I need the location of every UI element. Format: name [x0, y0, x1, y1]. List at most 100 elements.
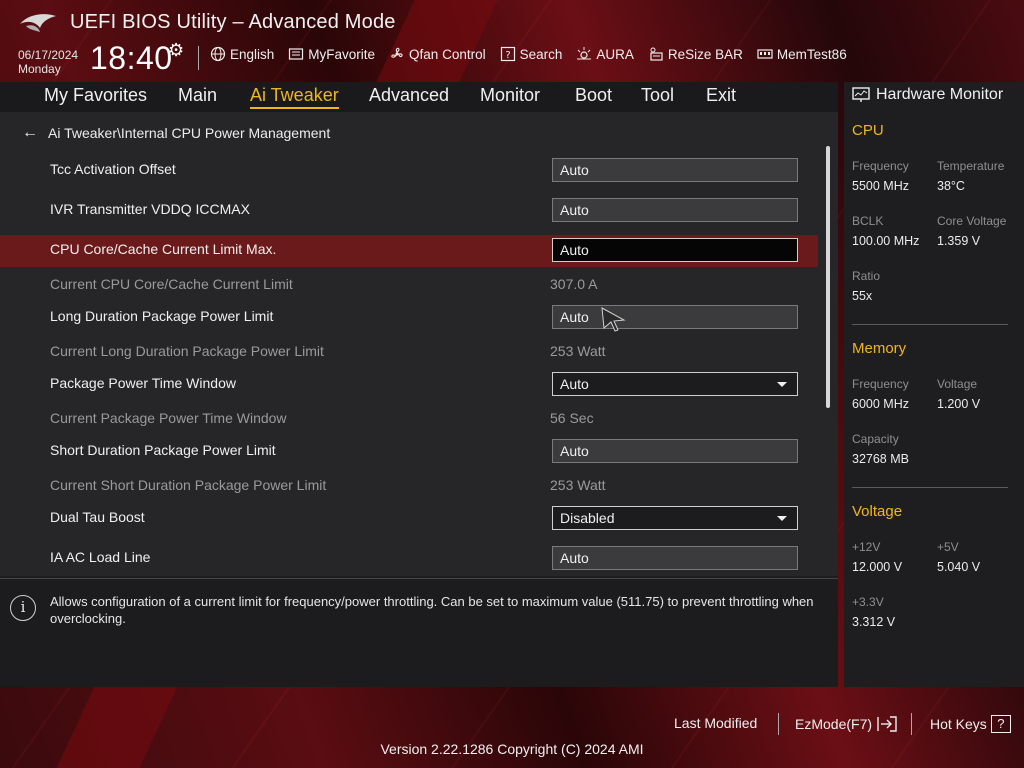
- back-arrow-icon[interactable]: ←: [22, 124, 38, 142]
- setting-value-field[interactable]: Auto: [552, 439, 798, 463]
- favorite-icon: [289, 48, 304, 60]
- ratio-value: 55x: [852, 289, 873, 303]
- setting-dropdown[interactable]: Disabled: [552, 506, 798, 530]
- ezmode-button[interactable]: EzMode(F7): [795, 715, 898, 733]
- info-value: 56 Sec: [550, 410, 594, 426]
- tab-advanced[interactable]: Advanced: [369, 85, 449, 106]
- info-value: 253 Watt: [550, 343, 606, 359]
- cpu-temperature-value: 38°C: [937, 179, 965, 193]
- setting-label: IA AC Load Line: [50, 549, 151, 565]
- resize-bar-label: ReSize BAR: [667, 46, 743, 62]
- breadcrumb-path: Ai Tweaker\Internal CPU Power Management: [48, 125, 331, 141]
- hot-keys-label: Hot Keys: [930, 716, 987, 732]
- memtest-icon: [757, 49, 773, 59]
- setting-label: Short Duration Package Power Limit: [50, 442, 276, 458]
- qfan-control-button[interactable]: Qfan Control: [389, 46, 486, 62]
- setting-value-field[interactable]: Auto: [552, 546, 798, 570]
- cpu-frequency-label: Frequency: [852, 159, 909, 173]
- tab-ai-tweaker[interactable]: Ai Tweaker: [250, 85, 339, 109]
- monitor-icon: [852, 87, 870, 102]
- language-label: English: [230, 46, 275, 62]
- core-voltage-value: 1.359 V: [937, 234, 981, 248]
- setting-value-field[interactable]: Auto: [552, 158, 798, 182]
- last-modified-label: Last Modified: [674, 715, 758, 731]
- tab-boot[interactable]: Boot: [575, 85, 612, 106]
- clock: 18:40: [90, 40, 173, 76]
- info-value: 253 Watt: [550, 477, 606, 493]
- aura-button[interactable]: AURA: [576, 46, 634, 62]
- tab-monitor[interactable]: Monitor: [480, 85, 540, 106]
- capacity-value: 32768 MB: [852, 452, 909, 466]
- setting-label: Dual Tau Boost: [50, 509, 145, 525]
- header-divider: [198, 46, 199, 70]
- hot-keys-button[interactable]: Hot Keys ?: [930, 715, 1011, 733]
- last-modified-button[interactable]: Last Modified: [674, 715, 757, 731]
- day: Monday: [18, 62, 61, 76]
- search-button[interactable]: ? Search: [500, 46, 562, 62]
- chevron-down-icon: [777, 382, 787, 387]
- setting-row[interactable]: Package Power Time Window Auto: [0, 369, 818, 401]
- setting-row[interactable]: IVR Transmitter VDDQ ICCMAX Auto: [0, 195, 818, 227]
- info-value: 307.0 A: [550, 276, 598, 292]
- menu-bar: My Favorites Main Ai Tweaker Advanced Mo…: [0, 82, 838, 112]
- info-label: Current CPU Core/Cache Current Limit: [50, 276, 293, 292]
- dropdown-value: Auto: [560, 376, 589, 392]
- setting-row[interactable]: Long Duration Package Power Limit Auto: [0, 302, 818, 334]
- setting-row[interactable]: IA AC Load Line Auto: [0, 543, 818, 575]
- bclk-label: BCLK: [852, 214, 884, 228]
- myfavorite-button[interactable]: MyFavorite: [288, 46, 375, 62]
- setting-row[interactable]: Dual Tau Boost Disabled: [0, 503, 818, 535]
- language-button[interactable]: English: [210, 46, 274, 62]
- clock-settings-gear-icon[interactable]: ⚙: [168, 40, 184, 61]
- v12-value: 12.000 V: [852, 560, 903, 574]
- hardware-monitor-label: Hardware Monitor: [876, 86, 1004, 103]
- core-voltage-label: Core Voltage: [937, 214, 1007, 228]
- resize-bar-button[interactable]: ReSize BAR: [648, 46, 743, 62]
- capacity-label: Capacity: [852, 432, 899, 446]
- memory-voltage-value: 1.200 V: [937, 397, 981, 411]
- info-label: Current Package Power Time Window: [50, 410, 287, 426]
- tab-exit[interactable]: Exit: [706, 85, 736, 106]
- memory-frequency-value: 6000 MHz: [852, 397, 909, 411]
- setting-label: Tcc Activation Offset: [50, 161, 176, 177]
- help-key-icon: ?: [990, 715, 1011, 733]
- date: 06/17/2024: [18, 48, 79, 62]
- setting-value-field[interactable]: Auto: [552, 305, 798, 329]
- scrollbar[interactable]: [826, 146, 830, 408]
- section-divider: [852, 487, 1008, 488]
- tab-my-favorites[interactable]: My Favorites: [44, 85, 147, 106]
- setting-value-field[interactable]: Auto: [552, 198, 798, 222]
- info-row: Current Package Power Time Window 56 Sec: [0, 404, 818, 436]
- setting-row[interactable]: Short Duration Package Power Limit Auto: [0, 436, 818, 468]
- aura-label: AURA: [596, 46, 634, 62]
- setting-row-selected[interactable]: CPU Core/Cache Current Limit Max. Auto: [0, 235, 818, 267]
- info-row: Current CPU Core/Cache Current Limit 307…: [0, 270, 818, 302]
- voltage-heading: Voltage: [852, 503, 903, 520]
- search-icon: ?: [500, 46, 515, 62]
- setting-row[interactable]: Tcc Activation Offset Auto: [0, 155, 818, 187]
- fan-icon: [391, 47, 403, 58]
- help-text: Allows configuration of a current limit …: [50, 594, 814, 626]
- memory-frequency-label: Frequency: [852, 377, 909, 391]
- rog-logo-icon: [20, 14, 56, 32]
- cpu-heading: CPU: [852, 122, 884, 139]
- memtest-button[interactable]: MemTest86: [757, 46, 847, 62]
- app-title: UEFI BIOS Utility – Advanced Mode: [70, 11, 396, 33]
- hardware-monitor-title: Hardware Monitor: [852, 86, 1003, 104]
- info-icon: i: [10, 595, 36, 621]
- tab-main[interactable]: Main: [178, 85, 217, 106]
- ezmode-label: EzMode(F7): [795, 716, 873, 732]
- setting-label: CPU Core/Cache Current Limit Max.: [50, 241, 277, 257]
- info-label: Current Short Duration Package Power Lim…: [50, 477, 327, 493]
- footer-divider: [911, 713, 912, 735]
- setting-dropdown[interactable]: Auto: [552, 372, 798, 396]
- tab-tool[interactable]: Tool: [641, 85, 674, 106]
- mouse-cursor-icon: [601, 307, 626, 332]
- qfan-control-label: Qfan Control: [409, 46, 486, 62]
- setting-value-field[interactable]: Auto: [552, 238, 798, 262]
- header: UEFI BIOS Utility – Advanced Mode 06/17/…: [0, 0, 1024, 82]
- footer-divider: [778, 713, 779, 735]
- setting-label: Package Power Time Window: [50, 375, 236, 391]
- resize-bar-icon: [650, 47, 663, 61]
- date-display: 06/17/2024 Monday: [18, 48, 78, 76]
